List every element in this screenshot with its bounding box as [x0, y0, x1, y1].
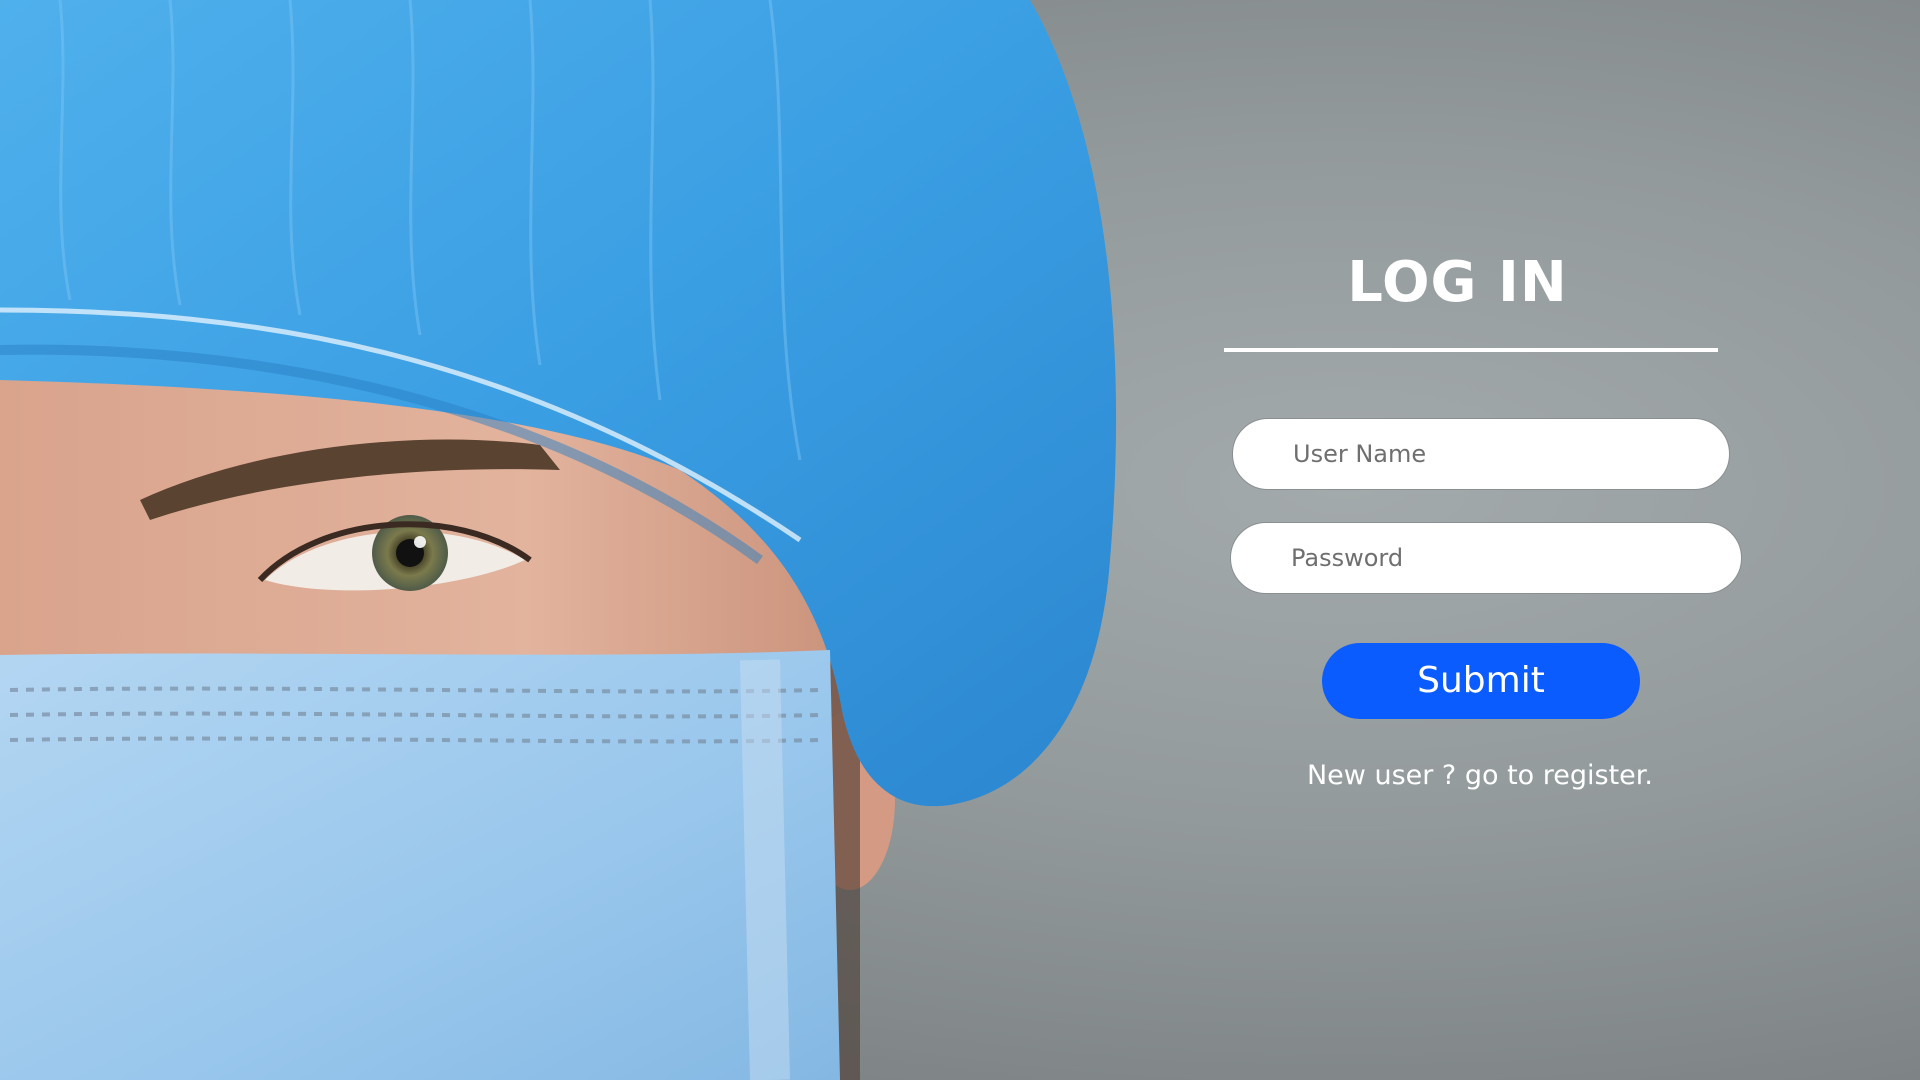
- hero-photo-surgeon: [0, 0, 1140, 1080]
- login-panel: LOG IN Submit New user ? go to register.: [1220, 230, 1742, 830]
- page-title: LOG IN: [1347, 250, 1568, 315]
- register-link[interactable]: New user ? go to register.: [1220, 760, 1740, 791]
- password-field[interactable]: [1230, 522, 1742, 594]
- title-divider: [1224, 348, 1718, 352]
- surgeon-illustration: [0, 0, 1117, 1080]
- submit-button[interactable]: Submit: [1322, 643, 1640, 719]
- username-input[interactable]: [1293, 419, 1699, 489]
- username-field[interactable]: [1232, 418, 1730, 490]
- password-input[interactable]: [1291, 523, 1711, 593]
